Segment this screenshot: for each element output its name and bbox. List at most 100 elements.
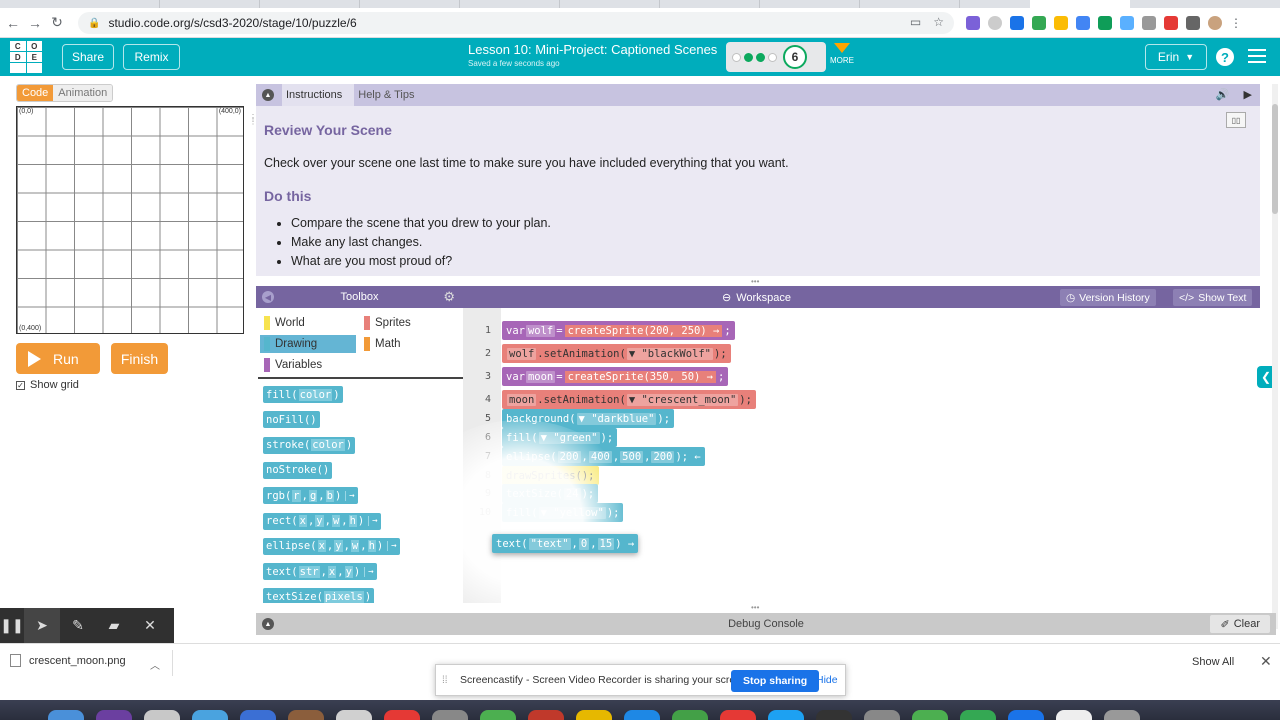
code-argument[interactable]: 15 [597,537,615,550]
level-dot[interactable] [768,52,777,62]
chevron-up-icon[interactable]: ︿ [150,657,160,672]
dock-app-icon[interactable] [864,710,900,720]
canvas-grid[interactable]: (0,0) (400,0) (0,400) [16,106,244,334]
level-dot[interactable] [732,52,741,62]
toolbox-category-math[interactable]: Math [360,335,456,353]
toolbox-category-world[interactable]: World [260,314,356,332]
show-grid-toggle[interactable]: ✓ Show grid [16,379,79,391]
page-scrollbar[interactable] [1272,84,1278,629]
block-arg[interactable]: b [325,489,334,502]
stop-sharing-button[interactable]: Stop sharing [731,670,820,692]
user-menu-button[interactable]: Erin ▼ [1145,44,1207,70]
code-block-line[interactable]: var wolf = createSprite(200, 250) →; [502,321,735,340]
code-argument[interactable]: 24 [563,487,581,500]
code-block-line[interactable]: moon .setAnimation(▼ "crescent_moon"); [502,390,756,409]
chevron-left-icon[interactable]: ◀ [262,291,274,303]
dock-app-icon[interactable] [912,710,948,720]
code-argument[interactable]: ▼ "yellow" [538,506,606,519]
block-arg[interactable]: g [308,489,318,502]
play-icon[interactable]: ▶ [1244,88,1252,101]
level-dot[interactable] [756,52,765,62]
toolbox-category-drawing[interactable]: Drawing [260,335,356,353]
pointer-icon[interactable]: ➤ [24,608,60,643]
hide-button[interactable]: Hide [816,674,838,686]
close-icon[interactable]: ✕ [1260,653,1272,670]
extension-icon[interactable] [1032,16,1046,30]
browser-menu-icon[interactable]: ⋮ [1230,16,1242,30]
code-argument[interactable]: "text" [528,537,571,550]
version-history-button[interactable]: ◷ Version History [1060,289,1156,306]
extension-icon[interactable] [1076,16,1090,30]
show-all-button[interactable]: Show All [1192,656,1234,668]
speaker-icon[interactable]: 🔊 [1216,88,1230,101]
level-dot[interactable] [744,52,753,62]
dock-app-icon[interactable] [624,710,660,720]
code-block-line[interactable]: fill(▼ "yellow"); [502,503,624,522]
block-arg[interactable]: pixels [323,590,364,603]
toolbox-category-sprites[interactable]: Sprites [360,314,456,332]
toolbox-block-text[interactable]: text(str, x, y) → [263,563,377,581]
block-arg[interactable]: w [331,515,341,527]
dock-app-icon[interactable] [720,710,756,720]
toolbox-block-textsize[interactable]: textSize(pixels) [263,588,375,603]
dock-app-icon[interactable] [48,710,84,720]
code-argument[interactable]: ▼ "blackWolf" [626,347,713,360]
code-block-line[interactable]: ellipse(200, 400, 500, 200); ← [502,447,705,466]
puzzle-extensions-icon[interactable] [1186,16,1200,30]
back-icon[interactable]: ← [2,15,24,31]
current-level-bubble[interactable]: 6 [783,45,807,69]
toolbox-block-ellipse[interactable]: ellipse(x, y, w, h) → [263,537,400,555]
extension-icon[interactable] [1098,16,1112,30]
drag-handle-icon[interactable]: ⁞⁞ [442,675,452,686]
show-text-button[interactable]: </> Show Text [1173,289,1253,306]
highlighter-icon[interactable]: ▰ [96,608,132,643]
dock-app-icon[interactable] [384,710,420,720]
run-button[interactable]: Run [16,343,100,374]
nested-function-block[interactable]: createSprite(200, 250) → [564,324,723,337]
close-icon[interactable]: ✕ [132,608,168,643]
immersive-reader-icon[interactable]: ▯▯ [1226,112,1246,128]
chevron-up-icon[interactable]: ▲ [262,618,274,630]
code-argument[interactable]: moon [507,393,537,406]
dock-app-icon[interactable] [960,710,996,720]
gear-icon[interactable]: ⚙ [443,289,455,305]
code-argument[interactable]: wolf [525,324,556,337]
extension-icon[interactable] [1054,16,1068,30]
block-arg[interactable]: color [311,439,345,452]
block-arg[interactable]: w [350,540,360,553]
adblock-icon[interactable] [1164,16,1178,30]
code-block-line[interactable]: wolf .setAnimation(▼ "blackWolf"); [502,344,731,363]
code-argument[interactable]: moon [525,370,556,383]
code-block-line[interactable]: fill(▼ "green"); [502,428,618,447]
more-levels-button[interactable]: MORE [830,43,854,65]
chevron-up-icon[interactable]: ▲ [262,89,274,101]
nested-function-block[interactable]: createSprite(350, 50) → [564,370,716,383]
dock-app-icon[interactable] [144,710,180,720]
dock-app-icon[interactable] [816,710,852,720]
block-arg[interactable]: r [292,489,301,502]
clear-button[interactable]: ✐ Clear [1210,615,1270,633]
reload-icon[interactable]: ↻ [46,14,68,31]
dock-app-icon[interactable] [192,710,228,720]
dock-app-icon[interactable] [480,710,516,720]
toolbox-block-rgb[interactable]: rgb(r, g, b) → [263,487,358,505]
dock-app-icon[interactable] [96,710,132,720]
dock-app-icon[interactable] [240,710,276,720]
toolbox-block-fill[interactable]: fill(color) [263,386,343,403]
bookmark-star-icon[interactable]: ☆ [933,15,944,29]
extension-icon[interactable] [966,16,980,30]
cast-icon[interactable]: ▭ [910,15,921,29]
instructions-resize-handle[interactable]: ••• [751,277,759,286]
toolbox-block-nofill[interactable]: noFill() [263,411,320,429]
block-arg[interactable]: x [298,515,307,527]
code-block-line[interactable]: textSize(24); [502,484,599,503]
dock-app-icon[interactable] [768,710,804,720]
code-tab[interactable]: Code [17,85,54,101]
dragging-text-block[interactable]: text("text", 0, 15) → [492,534,639,553]
code-block-line[interactable]: background(▼ "darkblue"); [502,409,675,428]
help-icon[interactable]: ? [1216,48,1234,66]
debug-resize-handle[interactable]: ••• [751,603,759,612]
code-argument[interactable]: wolf [507,347,537,360]
dock-app-icon[interactable] [1104,710,1140,720]
block-arg[interactable]: y [344,565,353,578]
